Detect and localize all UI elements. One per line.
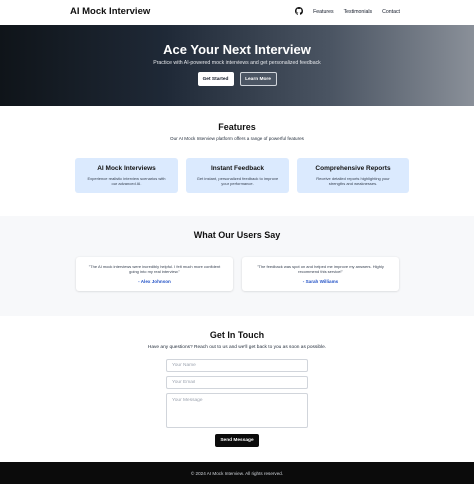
feature-card: Instant Feedback Get instant, personaliz… bbox=[186, 158, 289, 193]
get-started-button[interactable]: Get Started bbox=[197, 72, 234, 86]
nav-testimonials[interactable]: Testimonials bbox=[344, 9, 373, 15]
feature-cards: AI Mock Interviews Experience realistic … bbox=[75, 158, 409, 193]
hero-subtitle: Practice with AI-powered mock interviews… bbox=[153, 60, 321, 66]
main-nav: Features Testimonials Contact bbox=[295, 7, 400, 17]
hero-buttons: Get Started Learn More bbox=[0, 72, 474, 86]
testimonial-author: - Sarah Williams bbox=[302, 278, 339, 284]
email-input[interactable] bbox=[166, 376, 308, 389]
footer-copyright: © 2024 AI Mock Interview. All rights res… bbox=[190, 470, 284, 476]
nav-features[interactable]: Features bbox=[313, 9, 333, 15]
testimonial-cards: "The AI mock interviews were incredibly … bbox=[76, 257, 399, 291]
send-message-button[interactable]: Send Message bbox=[215, 434, 259, 447]
nav-contact[interactable]: Contact bbox=[382, 9, 400, 15]
github-icon[interactable] bbox=[295, 7, 304, 17]
learn-more-button[interactable]: Learn More bbox=[239, 72, 277, 86]
feature-card-title: Instant Feedback bbox=[210, 165, 265, 172]
feature-card-desc: Get instant, personalized feedback to im… bbox=[196, 176, 279, 187]
feature-card: AI Mock Interviews Experience realistic … bbox=[75, 158, 178, 193]
testimonial-quote: "The feedback was spot on and helped me … bbox=[257, 264, 384, 275]
testimonial-quote: "The AI mock interviews were incredibly … bbox=[88, 264, 221, 275]
contact-title: Get In Touch bbox=[209, 330, 265, 340]
testimonials-section: What Our Users Say "The AI mock intervie… bbox=[0, 216, 474, 316]
site-header: AI Mock Interview Features Testimonials … bbox=[0, 0, 474, 25]
contact-subtitle: Have any questions? Reach out to us and … bbox=[147, 345, 327, 350]
feature-card: Comprehensive Reports Receive detailed r… bbox=[297, 158, 409, 193]
feature-card-title: Comprehensive Reports bbox=[315, 165, 391, 172]
feature-card-desc: Receive detailed reports highlighting yo… bbox=[316, 176, 390, 187]
site-footer: © 2024 AI Mock Interview. All rights res… bbox=[0, 462, 474, 484]
testimonial-card: "The feedback was spot on and helped me … bbox=[242, 257, 399, 291]
testimonial-card: "The AI mock interviews were incredibly … bbox=[76, 257, 233, 291]
testimonials-title: What Our Users Say bbox=[193, 230, 281, 240]
testimonial-author: - Alex Johnson bbox=[138, 278, 171, 284]
brand-logo-text[interactable]: AI Mock Interview bbox=[70, 6, 150, 17]
hero-title: Ace Your Next Interview bbox=[163, 42, 311, 57]
features-title: Features bbox=[218, 122, 256, 132]
feature-card-desc: Experience realistic interview scenarios… bbox=[87, 176, 166, 187]
name-input[interactable] bbox=[166, 359, 308, 372]
message-textarea[interactable] bbox=[166, 393, 308, 428]
features-subtitle: Our AI Mock Interview platform offers a … bbox=[170, 136, 304, 141]
hero-section: Ace Your Next Interview Practice with AI… bbox=[0, 25, 474, 106]
feature-card-title: AI Mock Interviews bbox=[97, 165, 156, 172]
